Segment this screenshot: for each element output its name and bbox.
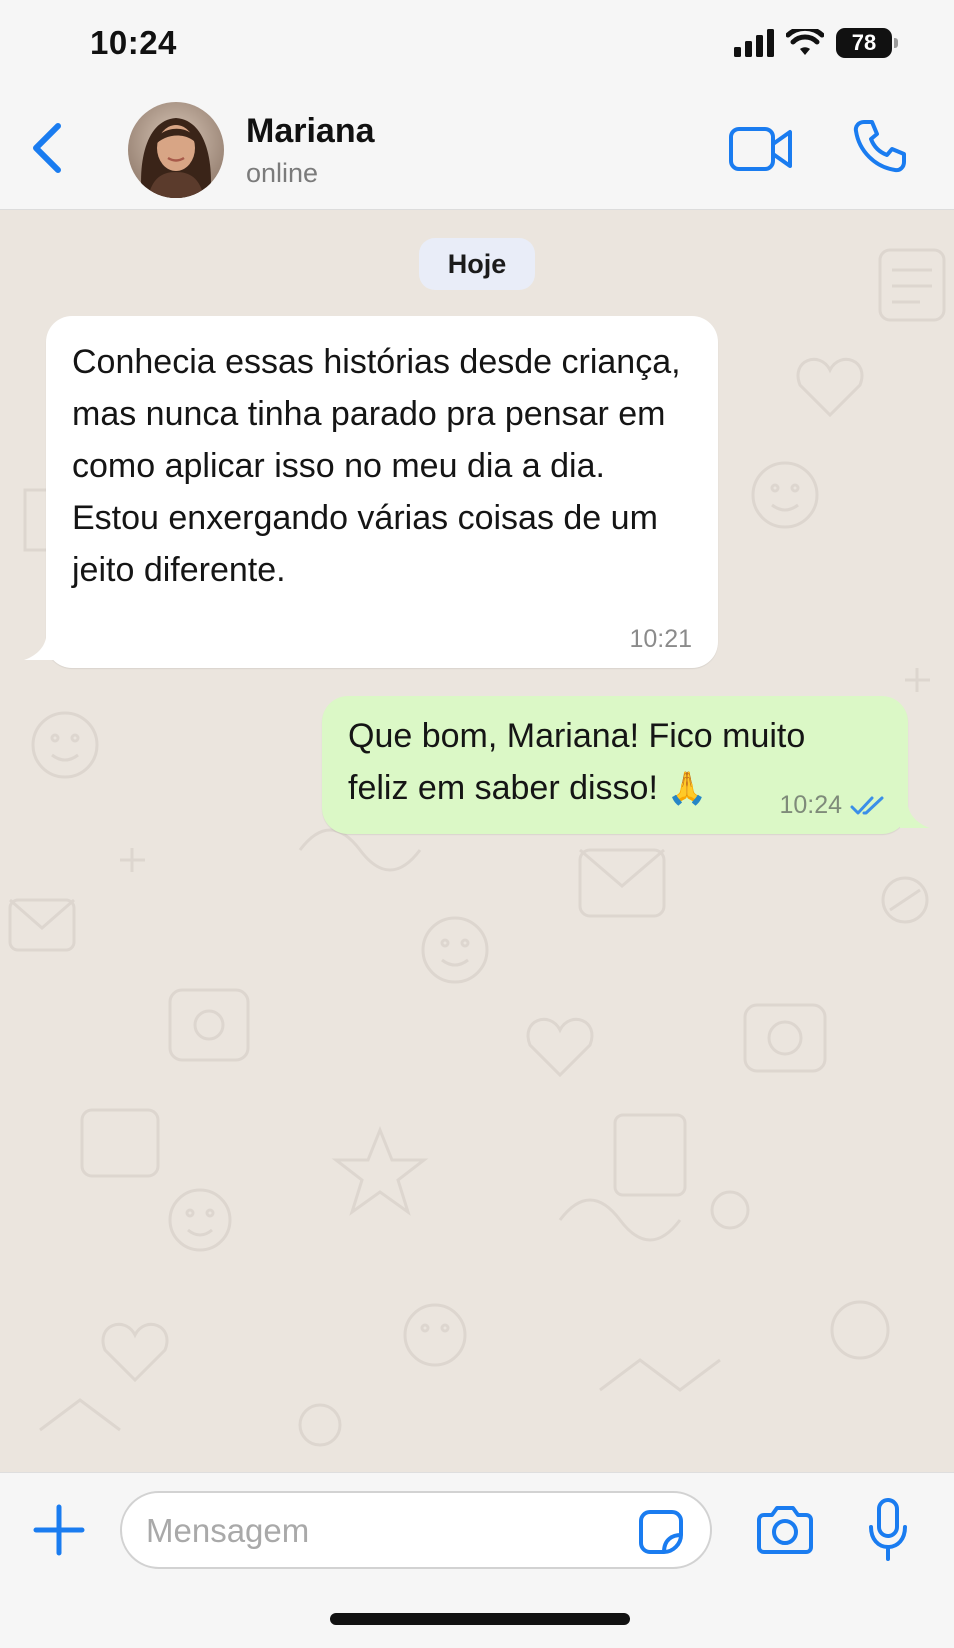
message-meta: 10:24 [779,791,888,820]
composer-bar [0,1472,954,1648]
phone-call-button[interactable] [852,118,908,174]
message-text: Conhecia essas histórias desde criança, … [72,343,681,589]
video-call-icon [728,124,794,174]
home-indicator[interactable] [330,1613,630,1625]
chat-area[interactable]: Hoje Conhecia essas histórias desde cria… [0,210,954,1472]
microphone-icon [868,1497,908,1563]
message-input[interactable] [146,1505,626,1557]
message-time: 10:21 [629,625,692,653]
outgoing-message-bubble[interactable]: Que bom, Mariana! Fico muito feliz em sa… [322,696,930,834]
incoming-message-bubble[interactable]: Conhecia essas histórias desde criança, … [24,316,718,668]
back-chevron-icon [28,118,68,178]
avatar[interactable] [128,102,224,198]
status-icons: 78 [734,26,898,60]
battery-level: 78 [851,30,877,55]
chat-header: Mariana online [0,88,954,210]
cellular-signal-icon [734,29,774,57]
contact-name[interactable]: Mariana [246,112,375,151]
double-check-read-icon [850,795,888,817]
bubble-tail [24,638,54,660]
camera-button[interactable] [756,1503,814,1555]
contact-status: online [246,158,319,188]
bubble-tail [900,806,930,828]
back-button[interactable] [28,118,68,178]
microphone-button[interactable] [868,1497,908,1563]
message-text: Que bom, Mariana! Fico muito feliz em sa… [348,710,848,814]
sticker-icon [638,1509,684,1555]
phone-call-icon [852,118,908,174]
wifi-icon [786,29,824,57]
battery-icon: 78 [836,28,898,58]
message-text-content: Que bom, Mariana! Fico muito feliz em sa… [348,717,806,807]
folded-hands-emoji: 🙏 [667,770,708,806]
sticker-button[interactable] [638,1509,684,1555]
message-input-wrapper [120,1491,712,1569]
message-time: 10:24 [779,791,842,819]
status-bar: 10:24 78 [0,0,954,88]
date-separator: Hoje [419,238,535,290]
plus-icon [30,1501,88,1559]
attach-button[interactable] [30,1501,88,1559]
video-call-button[interactable] [728,124,794,174]
camera-icon [756,1503,814,1555]
status-time: 10:24 [90,24,177,61]
